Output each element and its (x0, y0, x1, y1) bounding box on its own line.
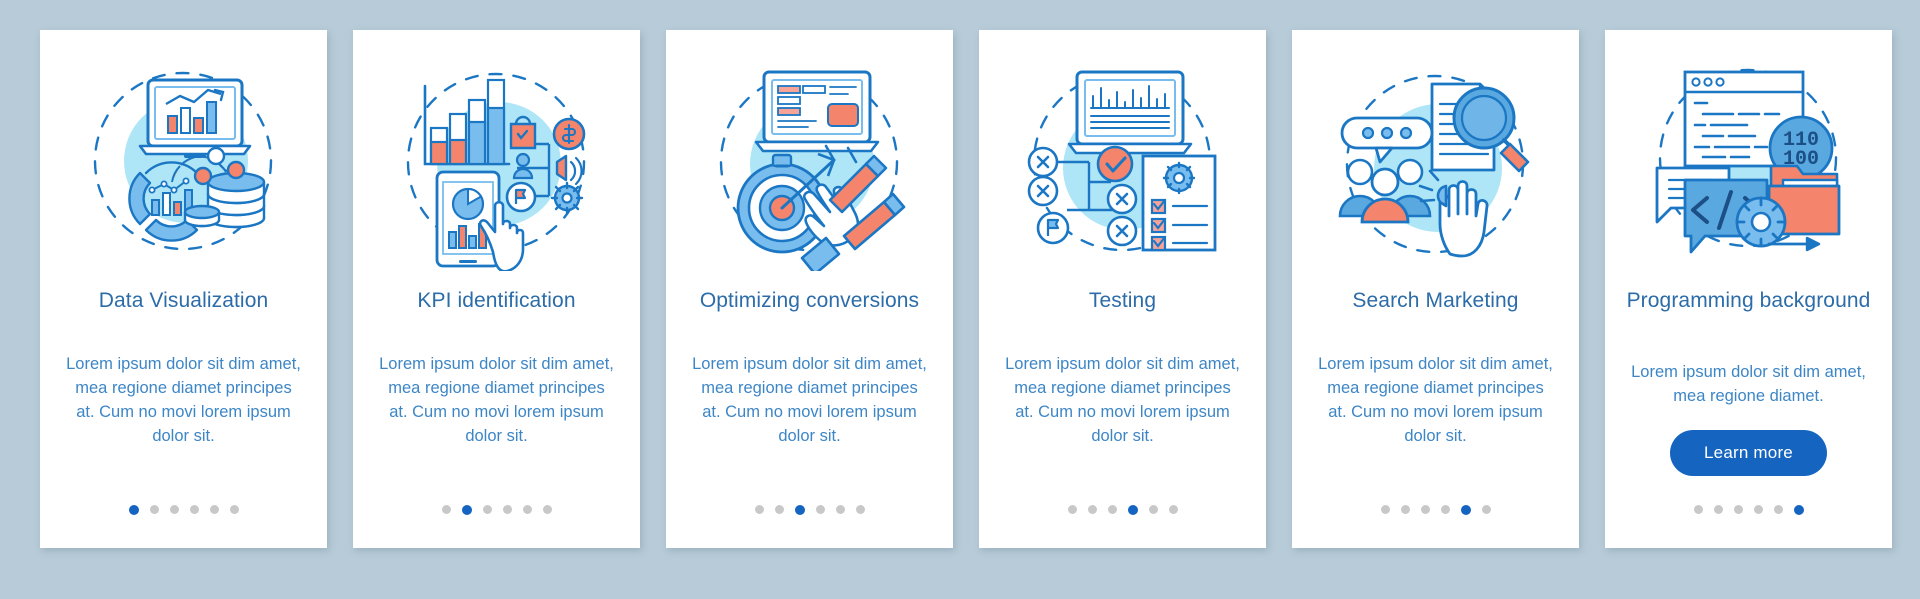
pagination-dot-2[interactable] (149, 505, 159, 514)
onboarding-card-data-visualization[interactable]: Data Visualization Lorem ipsum dolor sit… (40, 30, 327, 548)
pagination-dots[interactable] (1292, 505, 1579, 515)
illustration-laptop-flowchart-checklist-icon (979, 30, 1266, 288)
card-description: Lorem ipsum dolor sit dim amet, mea regi… (66, 355, 301, 445)
card-title: Programming background (1626, 289, 1871, 312)
pagination-dot-4[interactable] (189, 505, 199, 514)
pagination-dots[interactable] (40, 505, 327, 515)
pagination-dot-6[interactable] (1793, 505, 1804, 515)
card-title: Optimizing conversions (699, 289, 920, 312)
card-description: Lorem ipsum dolor sit dim amet, mea regi… (1631, 363, 1866, 405)
card-description: Lorem ipsum dolor sit dim amet, mea regi… (379, 355, 614, 445)
pagination-dot-6[interactable] (229, 505, 239, 514)
pagination-dot-4[interactable] (1127, 505, 1138, 515)
card-description: Lorem ipsum dolor sit dim amet, mea regi… (1005, 355, 1240, 445)
pagination-dot-2[interactable] (1087, 505, 1097, 514)
illustration-code-window-binary-chat-folder-gear-icon: 110 100 (1605, 30, 1892, 288)
pagination-dot-6[interactable] (542, 505, 552, 514)
pagination-dot-5[interactable] (1773, 505, 1783, 514)
pagination-dot-4[interactable] (1753, 505, 1763, 514)
pagination-dot-3[interactable] (1107, 505, 1117, 514)
pagination-dot-6[interactable] (1168, 505, 1178, 514)
onboarding-card-kpi-identification[interactable]: KPI identification Lorem ipsum dolor sit… (353, 30, 640, 548)
card-title: KPI identification (417, 289, 576, 312)
pagination-dot-5[interactable] (209, 505, 219, 514)
pagination-dot-1[interactable] (441, 505, 451, 514)
pagination-dot-3[interactable] (1420, 505, 1430, 514)
onboarding-card-search-marketing[interactable]: Search Marketing Lorem ipsum dolor sit d… (1292, 30, 1579, 548)
pagination-dot-5[interactable] (1460, 505, 1471, 515)
pagination-dot-2[interactable] (1400, 505, 1410, 514)
pagination-dot-2[interactable] (774, 505, 784, 514)
pagination-dot-1[interactable] (754, 505, 764, 514)
onboarding-screens-board: Data Visualization Lorem ipsum dolor sit… (0, 0, 1920, 599)
pagination-dot-5[interactable] (522, 505, 532, 514)
onboarding-card-testing[interactable]: Testing Lorem ipsum dolor sit dim amet, … (979, 30, 1266, 548)
illustration-people-group-document-magnifier-hand-icon (1292, 30, 1579, 288)
card-title: Testing (1088, 289, 1157, 312)
pagination-dot-3[interactable] (482, 505, 492, 514)
illustration-bar-chart-phone-pie-hand-cursor-icon (353, 30, 640, 288)
pagination-dots[interactable] (353, 505, 640, 515)
pagination-dot-3[interactable] (1733, 505, 1743, 514)
onboarding-card-optimizing-conversions[interactable]: Optimizing conversions Lorem ipsum dolor… (666, 30, 953, 548)
illustration-laptop-bar-chart-donut-coins-icon (40, 30, 327, 288)
illustration-laptop-stopwatch-target-hand-pencil-icon (666, 30, 953, 288)
pagination-dots[interactable] (979, 505, 1266, 515)
learn-more-button[interactable]: Learn more (1670, 430, 1827, 476)
card-title: Data Visualization (98, 289, 269, 312)
pagination-dot-3[interactable] (794, 505, 805, 515)
pagination-dot-4[interactable] (1440, 505, 1450, 514)
pagination-dot-3[interactable] (169, 505, 179, 514)
onboarding-card-programming-background[interactable]: 110 100 Programming background Lorem ips… (1605, 30, 1892, 548)
pagination-dot-6[interactable] (855, 505, 865, 514)
pagination-dot-5[interactable] (1148, 505, 1158, 514)
pagination-dots[interactable] (666, 505, 953, 515)
pagination-dot-2[interactable] (1713, 505, 1723, 514)
pagination-dot-1[interactable] (1693, 505, 1703, 514)
pagination-dot-4[interactable] (815, 505, 825, 514)
pagination-dot-4[interactable] (502, 505, 512, 514)
pagination-dot-1[interactable] (1380, 505, 1390, 514)
pagination-dot-6[interactable] (1481, 505, 1491, 514)
card-title: Search Marketing (1352, 289, 1519, 312)
card-description: Lorem ipsum dolor sit dim amet, mea regi… (1318, 355, 1553, 445)
card-description: Lorem ipsum dolor sit dim amet, mea regi… (692, 355, 927, 445)
pagination-dot-2[interactable] (461, 505, 472, 515)
pagination-dot-5[interactable] (835, 505, 845, 514)
pagination-dot-1[interactable] (1067, 505, 1077, 514)
pagination-dots[interactable] (1605, 505, 1892, 515)
pagination-dot-1[interactable] (128, 505, 139, 515)
